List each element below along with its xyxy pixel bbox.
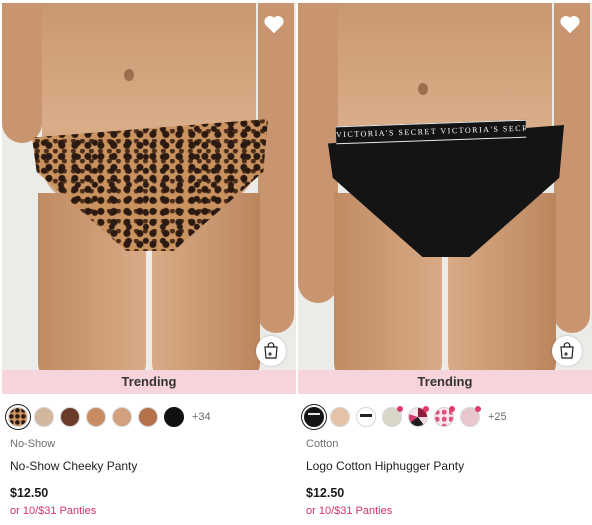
swatch-color[interactable] (34, 407, 54, 427)
swatch-color[interactable] (138, 407, 158, 427)
color-swatches: +25 (304, 405, 507, 429)
product-image[interactable] (2, 3, 296, 370)
swatch-color[interactable] (164, 407, 184, 427)
product-category: Cotton (306, 438, 339, 450)
swatch-white-logo[interactable] (356, 407, 376, 427)
swatch-color[interactable] (86, 407, 106, 427)
swatch-color[interactable] (60, 407, 80, 427)
product-card[interactable]: Trending +34 No-Show No-Show Cheeky Pant… (2, 0, 296, 525)
promo-text: or 10/$31 Panties (10, 505, 97, 517)
promo-text: or 10/$31 Panties (306, 505, 393, 517)
new-color-dot (475, 406, 481, 412)
shopping-bag-plus-icon (264, 342, 278, 359)
more-colors-link[interactable]: +34 (192, 411, 211, 423)
trending-badge: Trending (2, 370, 296, 394)
favorite-heart-icon[interactable] (558, 12, 582, 36)
more-colors-link[interactable]: +25 (488, 411, 507, 423)
new-color-dot (423, 406, 429, 412)
new-color-dot (449, 406, 455, 412)
product-image[interactable]: VICTORIA'S SECRET VICTORIA'S SECRET (298, 3, 592, 370)
product-card[interactable]: VICTORIA'S SECRET VICTORIA'S SECRET Tren… (298, 0, 592, 525)
swatch-leopard[interactable] (8, 407, 28, 427)
product-price: $12.50 (10, 486, 49, 500)
new-color-dot (397, 406, 403, 412)
swatch-black-logo[interactable] (304, 407, 324, 427)
swatch-color[interactable] (330, 407, 350, 427)
swatch-color[interactable] (382, 406, 403, 427)
product-category: No-Show (10, 438, 56, 450)
product-grid: Trending +34 No-Show No-Show Cheeky Pant… (0, 0, 592, 525)
swatch-print[interactable] (434, 406, 455, 427)
favorite-heart-icon[interactable] (262, 12, 286, 36)
add-to-bag-button[interactable] (256, 336, 286, 366)
product-name[interactable]: No-Show Cheeky Panty (10, 459, 137, 473)
product-name[interactable]: Logo Cotton Hiphugger Panty (306, 459, 464, 473)
trending-badge: Trending (298, 370, 592, 394)
shopping-bag-plus-icon (560, 342, 574, 359)
swatch-print[interactable] (408, 406, 429, 427)
product-price: $12.50 (306, 486, 345, 500)
swatch-color[interactable] (112, 407, 132, 427)
swatch-color[interactable] (460, 406, 481, 427)
add-to-bag-button[interactable] (552, 336, 582, 366)
color-swatches: +34 (8, 405, 211, 429)
